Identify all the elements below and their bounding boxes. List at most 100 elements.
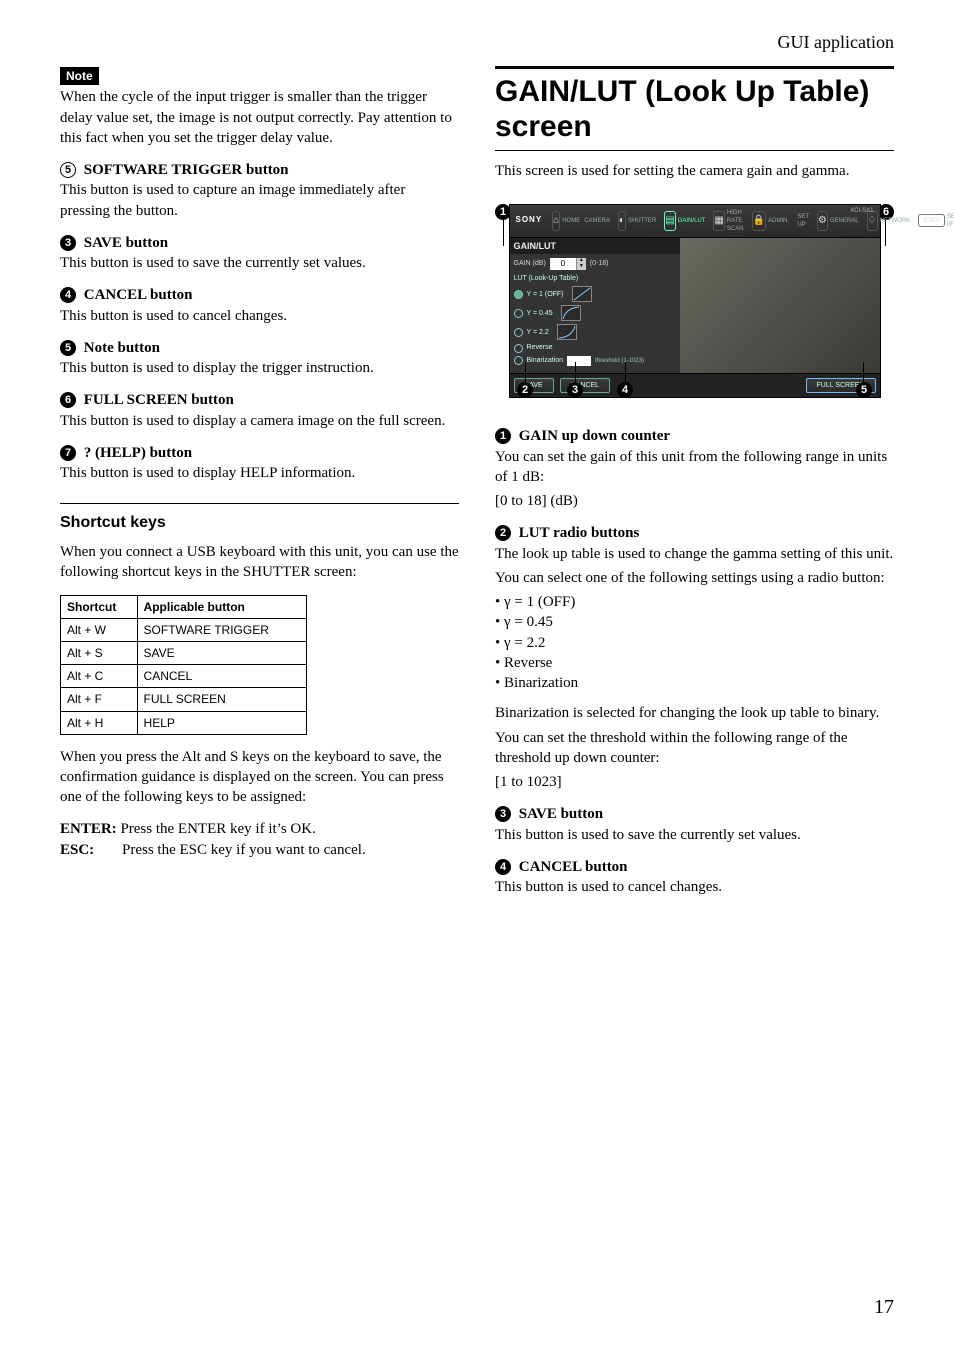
brand-label: SONY [516, 215, 543, 226]
page-title: GAIN/LUT (Look Up Table) screen [495, 66, 894, 151]
item-fullscreen-head: 6 FULL SCREEN button [60, 390, 459, 410]
table-row: Alt + WSOFTWARE TRIGGER [61, 618, 307, 641]
home-icon[interactable]: ⌂ [552, 211, 560, 231]
radio-icon[interactable] [514, 344, 523, 353]
item-help-title: ? (HELP) button [80, 445, 192, 461]
shortcut-intro: When you connect a USB keyboard with thi… [60, 542, 459, 583]
radio-icon[interactable] [514, 309, 523, 318]
cell: Alt + C [61, 665, 138, 688]
item-note-head: 5 Note button [60, 338, 459, 358]
esc-key: ESC: [60, 840, 122, 860]
r-item2-p4: You can set the threshold within the fol… [495, 728, 894, 769]
gain-row: GAIN (dB) 0 ▲▼ (0-18) [514, 258, 677, 270]
r-item1-body: You can set the gain of this unit from t… [495, 447, 894, 488]
cell: Alt + F [61, 688, 138, 711]
esc-line: ESC:Press the ESC key if you want to can… [60, 840, 459, 860]
list-item: γ = 0.45 [495, 612, 894, 632]
r-item4-body: This button is used to cancel changes. [495, 877, 894, 897]
r-item4-head: 4 CANCEL button [495, 857, 894, 877]
item-cancel-body: This button is used to cancel changes. [60, 306, 459, 326]
serial-icon[interactable]: IOIOI [918, 214, 945, 227]
gain-value: 0 [550, 258, 576, 270]
tab-admin: ADMIN [768, 217, 787, 225]
lut-option-5[interactable]: Binarizationthreshold (1-1023) [514, 356, 677, 366]
gui-window: SONY ⌂HOME CAMERA ◐SHUTTER ▤GAIN/LUT ▦HI… [509, 204, 881, 399]
after-table-paragraph: When you press the Alt and S keys on the… [60, 747, 459, 808]
left-column: Note When the cycle of the input trigger… [60, 66, 459, 909]
cell: Alt + H [61, 711, 138, 734]
shortcut-heading: Shortcut keys [60, 503, 459, 534]
gainlut-icon[interactable]: ▤ [664, 211, 675, 231]
item-software-trigger-title: SOFTWARE TRIGGER button [80, 162, 289, 178]
marker-2: 2 [495, 525, 511, 541]
item-software-trigger-body: This button is used to capture an image … [60, 180, 459, 221]
opt-label: Y = 2.2 [527, 328, 549, 337]
gui-figure: 1 6 SONY ⌂HOME CAMERA ◐SHUTTER ▤GAIN/LUT… [495, 204, 894, 399]
esc-val: Press the ESC key if you want to cancel. [122, 842, 366, 858]
gui-bottom-bar: SAVE CANCEL FULL SCREEN [510, 373, 880, 397]
leader-line [863, 362, 864, 382]
marker-3r: 3 [495, 806, 511, 822]
item-software-trigger-head: 5 SOFTWARE TRIGGER button [60, 160, 459, 180]
r-item2-options: γ = 1 (OFF) γ = 0.45 γ = 2.2 Reverse Bin… [495, 592, 894, 693]
step-down-icon[interactable]: ▼ [576, 264, 586, 270]
radio-icon[interactable] [514, 328, 523, 337]
gui-panel: GAIN/LUT GAIN (dB) 0 ▲▼ (0-18) LUT (Look… [510, 238, 681, 373]
item-fullscreen-body: This button is used to display a camera … [60, 411, 459, 431]
gui-toolbar: SONY ⌂HOME CAMERA ◐SHUTTER ▤GAIN/LUT ▦HI… [510, 205, 880, 238]
highrate-icon[interactable]: ▦ [713, 211, 724, 231]
cell: Alt + W [61, 618, 138, 641]
list-item: Reverse [495, 653, 894, 673]
lut-option-3[interactable]: Y = 2.2 [514, 324, 677, 340]
stepper-buttons[interactable]: ▲▼ [576, 258, 586, 270]
item-fullscreen-title: FULL SCREEN button [80, 392, 234, 408]
r-item4-title: CANCEL button [515, 859, 628, 875]
cell: CANCEL [137, 665, 307, 688]
general-icon[interactable]: ⚙ [817, 211, 828, 231]
item-save-head: 3 SAVE button [60, 233, 459, 253]
list-item: Binarization [495, 673, 894, 693]
admin-icon[interactable]: 🔒 [752, 211, 766, 231]
radio-icon[interactable] [514, 290, 523, 299]
page-number: 17 [874, 1294, 894, 1321]
enter-val: Press the ENTER key if it’s OK. [117, 821, 316, 837]
lut-option-4[interactable]: Reverse [514, 343, 677, 352]
shutter-icon[interactable]: ◐ [618, 211, 626, 231]
table-header-shortcut: Shortcut [61, 595, 138, 618]
r-item2-head: 2 LUT radio buttons [495, 523, 894, 543]
lut-option-2[interactable]: Y = 0.45 [514, 305, 677, 321]
opt-label: Y = 1 (OFF) [527, 290, 564, 299]
item-cancel-title: CANCEL button [80, 287, 193, 303]
r-item2-title: LUT radio buttons [515, 525, 639, 541]
leader-line [575, 362, 576, 382]
r-item1-head: 1 GAIN up down counter [495, 426, 894, 446]
running-header: GUI application [60, 30, 894, 54]
threshold-input[interactable] [567, 356, 591, 366]
table-row: Alt + FFULL SCREEN [61, 688, 307, 711]
r-item2-p3: Binarization is selected for changing th… [495, 703, 894, 723]
r-item3-head: 3 SAVE button [495, 804, 894, 824]
tab-highrate: HIGH RATE SCAN [727, 209, 744, 233]
tab-serial: SERIAL I/F [947, 213, 954, 229]
curve-icon [561, 305, 581, 321]
intro-paragraph: This screen is used for setting the came… [495, 161, 894, 181]
opt-label: Reverse [527, 343, 553, 352]
gain-stepper[interactable]: 0 ▲▼ [550, 258, 586, 270]
leader-line [625, 362, 626, 382]
marker-6: 6 [60, 392, 76, 408]
table-header-row: Shortcut Applicable button [61, 595, 307, 618]
live-view [680, 238, 879, 373]
shortcut-table: Shortcut Applicable button Alt + WSOFTWA… [60, 595, 307, 735]
marker-5-hollow: 5 [60, 162, 76, 178]
opt-label: Y = 0.45 [527, 309, 553, 318]
tab-gainlut: GAIN/LUT [678, 217, 706, 225]
list-item: γ = 1 (OFF) [495, 592, 894, 612]
table-row: Alt + HHELP [61, 711, 307, 734]
r-item1-title: GAIN up down counter [515, 428, 670, 444]
leader-line [503, 220, 504, 246]
enter-key: ENTER: [60, 819, 117, 839]
opt-label: Binarization [527, 356, 564, 365]
marker-4: 4 [60, 287, 76, 303]
radio-icon[interactable] [514, 356, 523, 365]
lut-option-1[interactable]: Y = 1 (OFF) [514, 286, 677, 302]
